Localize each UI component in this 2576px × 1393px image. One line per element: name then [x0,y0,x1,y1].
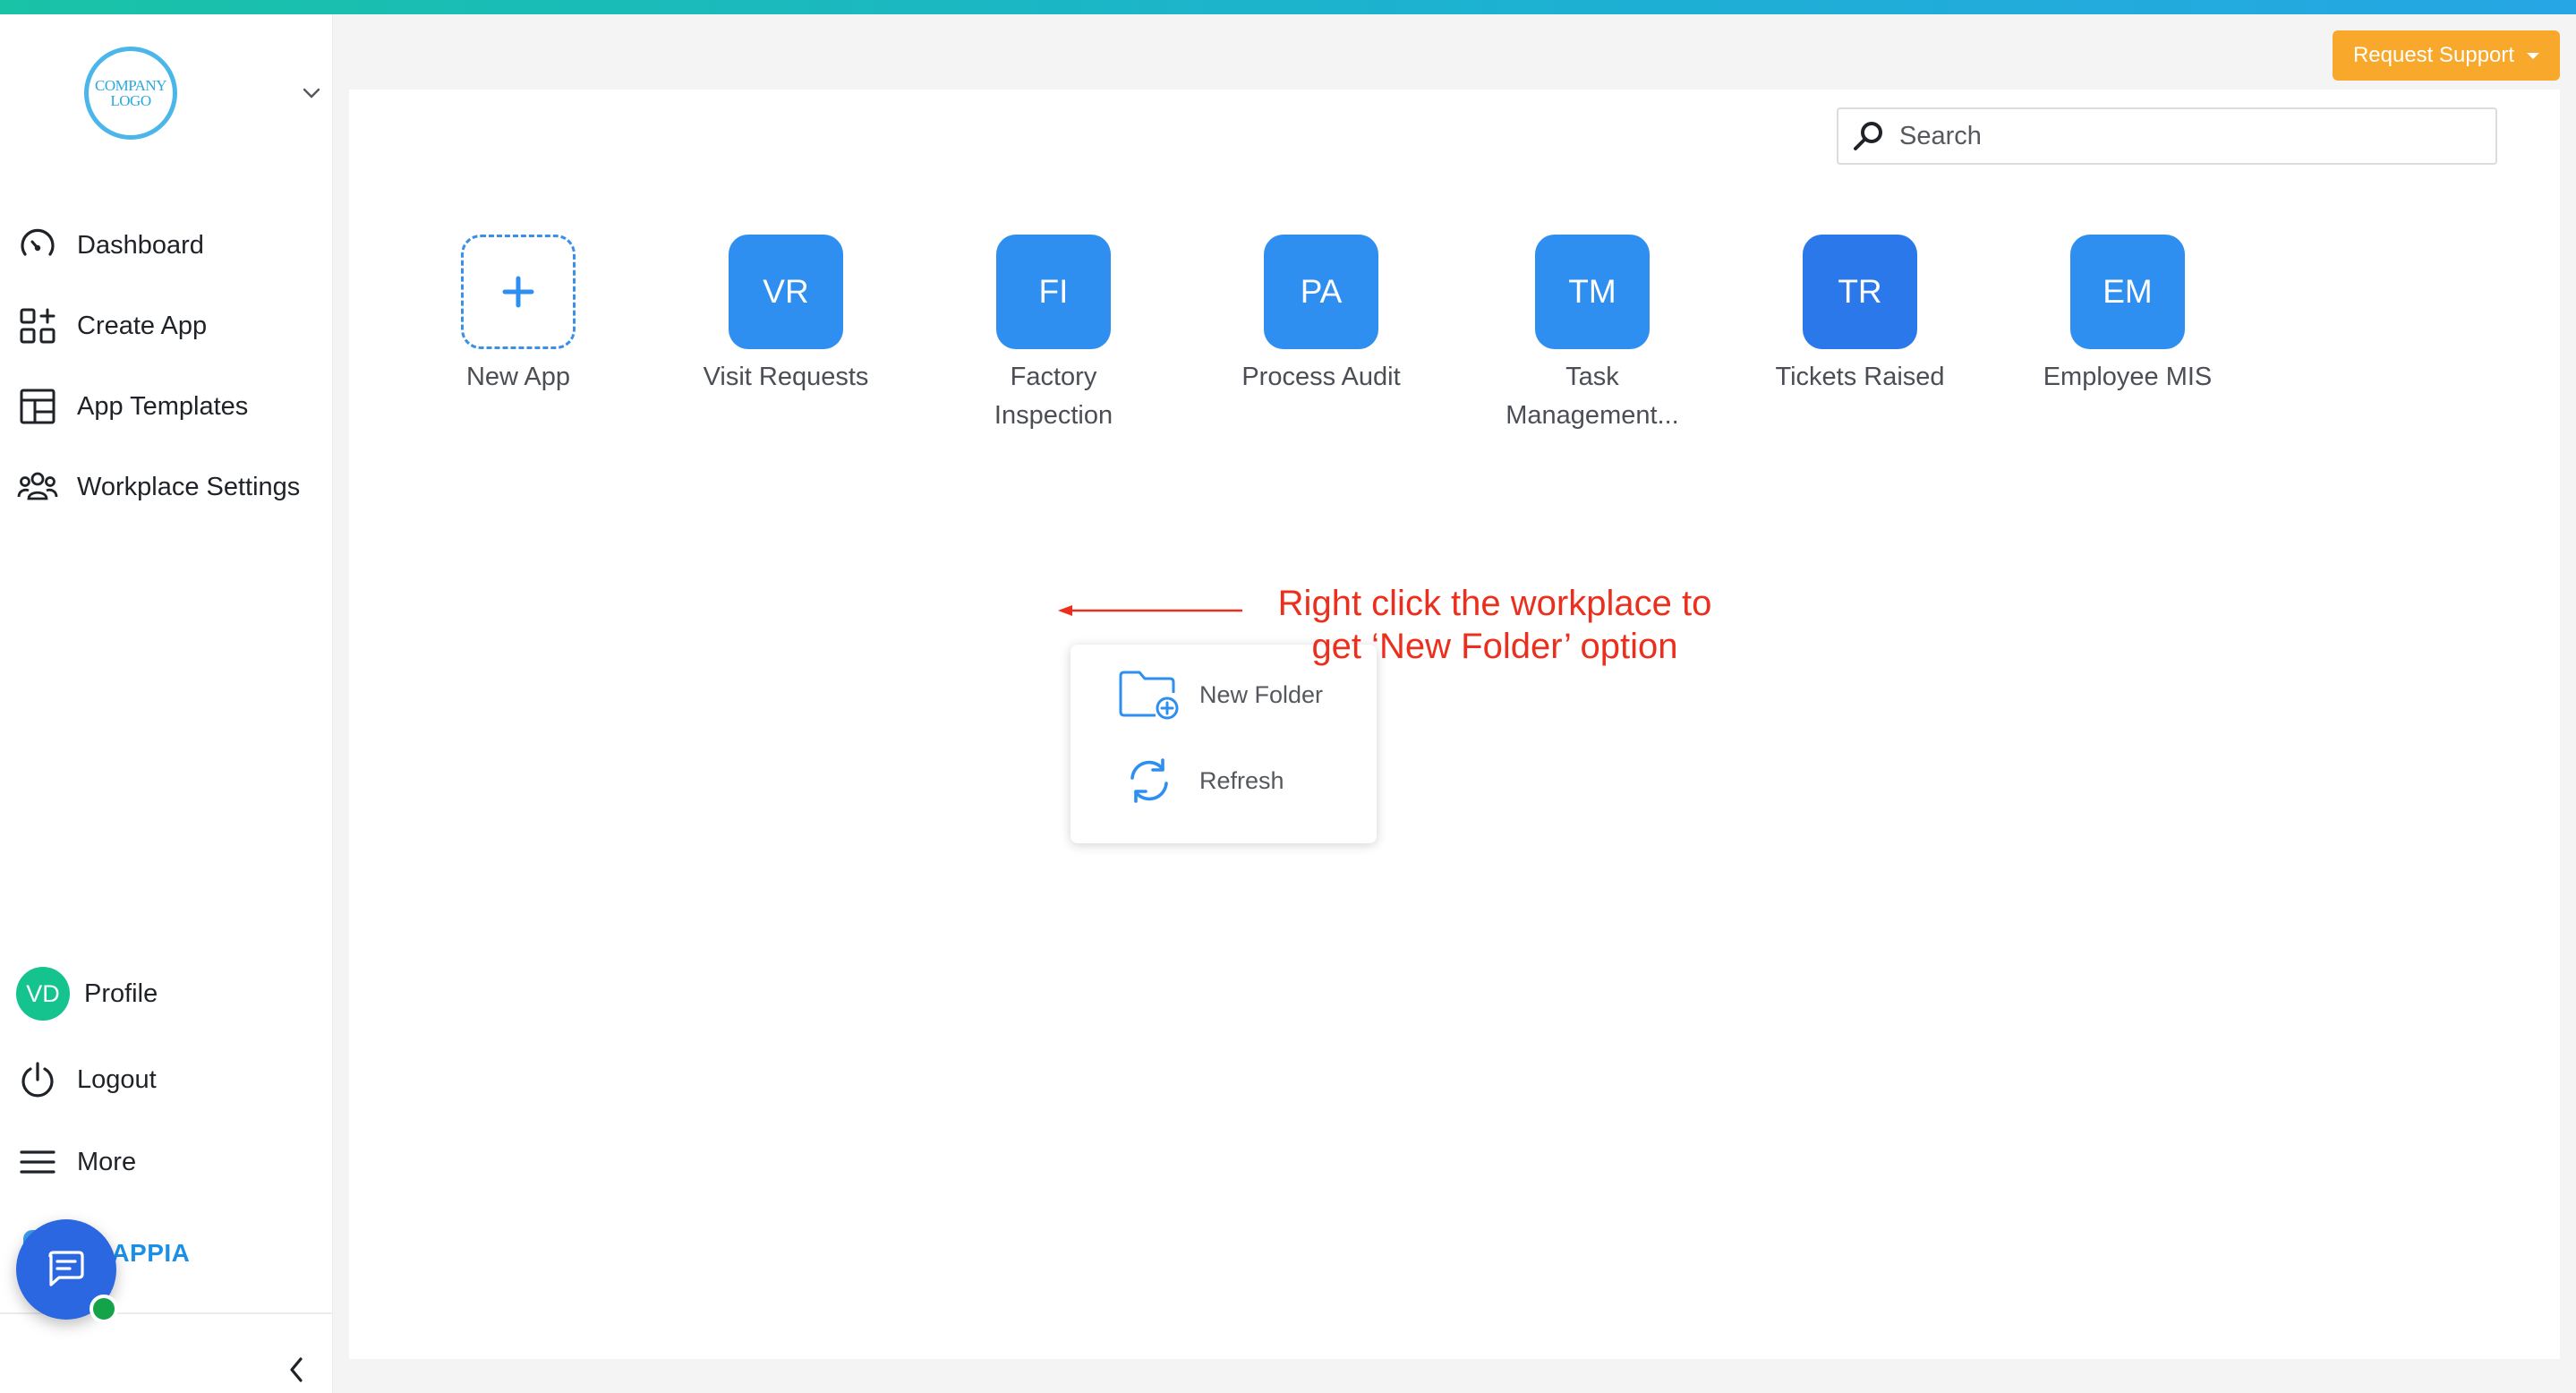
workplace-main-panel[interactable]: New App VR Visit Requests FI Factory Ins… [349,90,2560,1359]
people-settings-icon [16,466,59,508]
collapse-sidebar-button[interactable] [281,1350,311,1389]
plus-icon [502,276,534,308]
sidebar-item-profile[interactable]: VD Profile [16,967,158,1021]
app-label: Factory Inspection [994,363,1113,430]
app-tile-process-audit[interactable]: PA Process Audit [1218,235,1424,397]
sidebar-item-label: Logout [77,1064,157,1094]
sidebar-item-create-app[interactable]: Create App [16,301,207,351]
logo-text-line1: COMPANY [95,77,166,94]
top-gradient-bar [0,0,2576,14]
chat-bubble-icon [48,1251,84,1286]
new-app-icon [461,235,576,349]
chevron-left-icon [290,1357,303,1382]
app-tile-visit-requests[interactable]: VR Visit Requests [683,235,889,397]
power-icon [16,1058,59,1101]
sidebar-item-label: Create App [77,311,208,340]
app-tile-factory-inspection[interactable]: FI Factory Inspection [951,235,1156,435]
app-tile-task-management[interactable]: TM Task Management... [1489,235,1695,435]
app-tile-tickets-raised[interactable]: TR Tickets Raised [1757,235,1963,397]
sidebar-item-label: App Templates [77,391,249,421]
app-label: Visit Requests [703,363,869,391]
sidebar-item-label: Profile [84,979,158,1008]
context-menu-refresh[interactable]: Refresh [1117,752,1284,809]
annotation-line-1: Right click the workplace to [1277,584,1712,623]
context-menu-label: New Folder [1199,680,1324,708]
app-tile-employee-mis[interactable]: EM Employee MIS [2025,235,2231,397]
search-box[interactable] [1837,107,2497,165]
refresh-icon [1117,752,1181,809]
app-templates-icon [16,385,59,428]
app-initials-icon: EM [2070,235,2185,349]
app-initials-icon: TR [1803,235,1917,349]
avatar: VD [16,967,70,1021]
context-menu-label: Refresh [1199,766,1284,794]
app-label: Tickets Raised [1775,363,1945,391]
sidebar-item-dashboard[interactable]: Dashboard [16,220,204,270]
annotation-arrow [1058,605,1242,616]
chevron-down-icon[interactable] [299,82,324,104]
app-label: Task Management... [1506,363,1679,430]
context-menu: New Folder Refresh [1070,645,1377,843]
annotation-line-2: get ‘New Folder’ option [1311,627,1678,666]
search-input[interactable] [1899,121,2472,151]
logo-text-line2: LOGO [110,92,151,109]
request-support-label: Request Support [2352,43,2515,67]
online-status-dot [90,1295,118,1323]
sidebar-item-logout[interactable]: Logout [16,1055,157,1105]
app-label: New App [465,363,571,391]
sidebar-item-label: More [77,1147,137,1176]
app-label: Process Audit [1241,363,1401,391]
search-icon [1851,118,1887,154]
request-support-button[interactable]: Request Support [2333,30,2560,81]
sidebar-item-label: Dashboard [77,230,204,260]
app-initials-icon: TM [1535,235,1650,349]
sidebar-item-label: Workplace Settings [77,472,301,501]
app-label: Employee MIS [2043,363,2213,391]
sidebar: COMPANY LOGO Dashboard Create App App Te… [0,14,333,1393]
sidebar-item-workplace-settings[interactable]: Workplace Settings [16,462,300,512]
annotation-callout: Right click the workplace to get ‘New Fo… [1244,582,1745,668]
app-initials-icon: FI [996,235,1111,349]
caret-down-icon [2527,52,2540,59]
app-initials-icon: PA [1264,235,1378,349]
dashboard-gauge-icon [16,224,59,267]
create-app-icon [16,304,59,347]
folder-plus-icon [1117,666,1181,723]
hamburger-menu-icon [16,1141,59,1184]
sidebar-item-more[interactable]: More [16,1137,136,1187]
context-menu-new-folder[interactable]: New Folder [1117,666,1323,723]
new-app-tile[interactable]: New App [415,235,621,397]
app-initials-icon: VR [729,235,843,349]
company-logo[interactable]: COMPANY LOGO [84,47,177,140]
sidebar-item-app-templates[interactable]: App Templates [16,381,248,432]
